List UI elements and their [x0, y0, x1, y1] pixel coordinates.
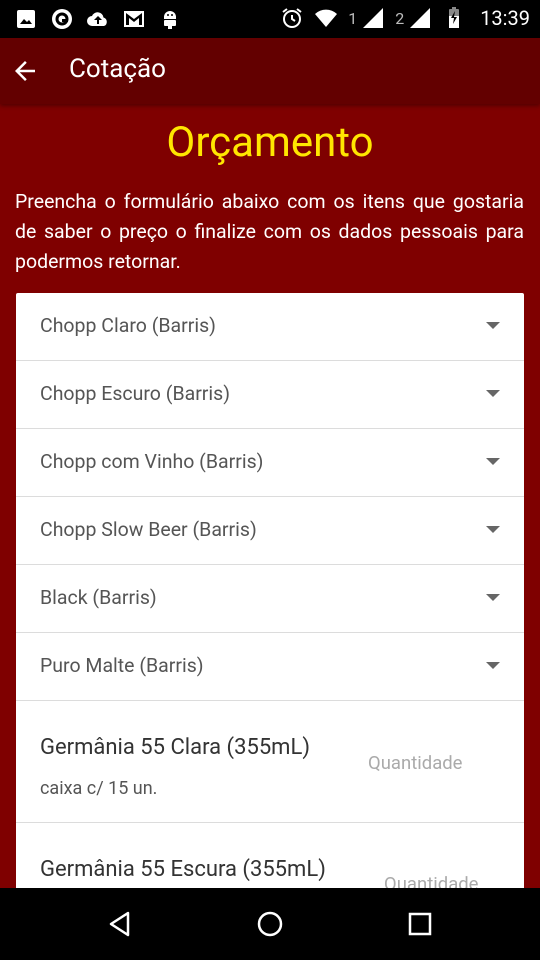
home-nav-icon[interactable] [254, 908, 286, 940]
image-notification-icon [17, 10, 35, 28]
select-puro-malte[interactable]: Puro Malte (Barris) [16, 633, 524, 701]
main-content[interactable]: Orçamento Preencha o formulário abaixo c… [0, 104, 540, 888]
product-row-germania-escura: Germânia 55 Escura (355mL) [16, 823, 524, 888]
signal-sim2-icon [410, 8, 431, 28]
dropdown-arrow-icon [486, 526, 500, 533]
product-row-germania-clara: Germânia 55 Clara (355mL) caixa c/ 15 un… [16, 701, 524, 823]
navigation-bar [0, 888, 540, 960]
back-nav-icon[interactable] [104, 908, 136, 940]
page-heading: Orçamento [166, 118, 374, 167]
select-label: Chopp Slow Beer (Barris) [40, 518, 257, 541]
quantity-input[interactable] [382, 872, 506, 888]
alarm-icon [282, 8, 302, 28]
status-bar: 1 2 13:39 [0, 0, 540, 38]
arrow-back-icon[interactable] [10, 56, 40, 86]
quantity-input[interactable] [366, 751, 490, 775]
intro-text: Preencha o formulário abaixo com os iten… [15, 190, 524, 273]
wifi-icon [315, 9, 338, 27]
select-label: Chopp Claro (Barris) [40, 314, 216, 337]
product-name: Germânia 55 Clara (355mL) [40, 735, 310, 760]
gmail-icon [124, 11, 144, 27]
app-notification-icon [52, 9, 72, 29]
clock: 13:39 [480, 6, 530, 30]
select-black[interactable]: Black (Barris) [16, 565, 524, 633]
android-debug-icon [164, 11, 176, 29]
select-label: Chopp Escuro (Barris) [40, 382, 231, 405]
signal-sim1-icon [363, 8, 384, 28]
select-chopp-claro[interactable]: Chopp Claro (Barris) [16, 293, 524, 361]
select-label: Black (Barris) [40, 586, 157, 609]
cloud-upload-icon [87, 12, 107, 26]
select-label: Chopp com Vinho (Barris) [40, 450, 264, 473]
sim1-label: 1 [348, 8, 358, 28]
dropdown-arrow-icon [486, 390, 500, 397]
sim2-label: 2 [395, 8, 405, 28]
product-name: Germânia 55 Escura (355mL) [40, 857, 326, 882]
dropdown-arrow-icon [486, 322, 500, 329]
select-chopp-com-vinho[interactable]: Chopp com Vinho (Barris) [16, 429, 524, 497]
product-unit: caixa c/ 15 un. [40, 778, 158, 799]
app-bar-title: Cotação [69, 54, 166, 84]
dropdown-arrow-icon [486, 662, 500, 669]
dropdown-arrow-icon [486, 594, 500, 601]
battery-charging-icon [449, 7, 460, 28]
app-bar: Cotação [0, 38, 540, 104]
recents-nav-icon[interactable] [404, 908, 436, 940]
select-chopp-slow-beer[interactable]: Chopp Slow Beer (Barris) [16, 497, 524, 565]
select-chopp-escuro[interactable]: Chopp Escuro (Barris) [16, 361, 524, 429]
dropdown-arrow-icon [486, 458, 500, 465]
quote-form: Chopp Claro (Barris) Chopp Escuro (Barri… [16, 293, 524, 888]
select-label: Puro Malte (Barris) [40, 654, 204, 677]
